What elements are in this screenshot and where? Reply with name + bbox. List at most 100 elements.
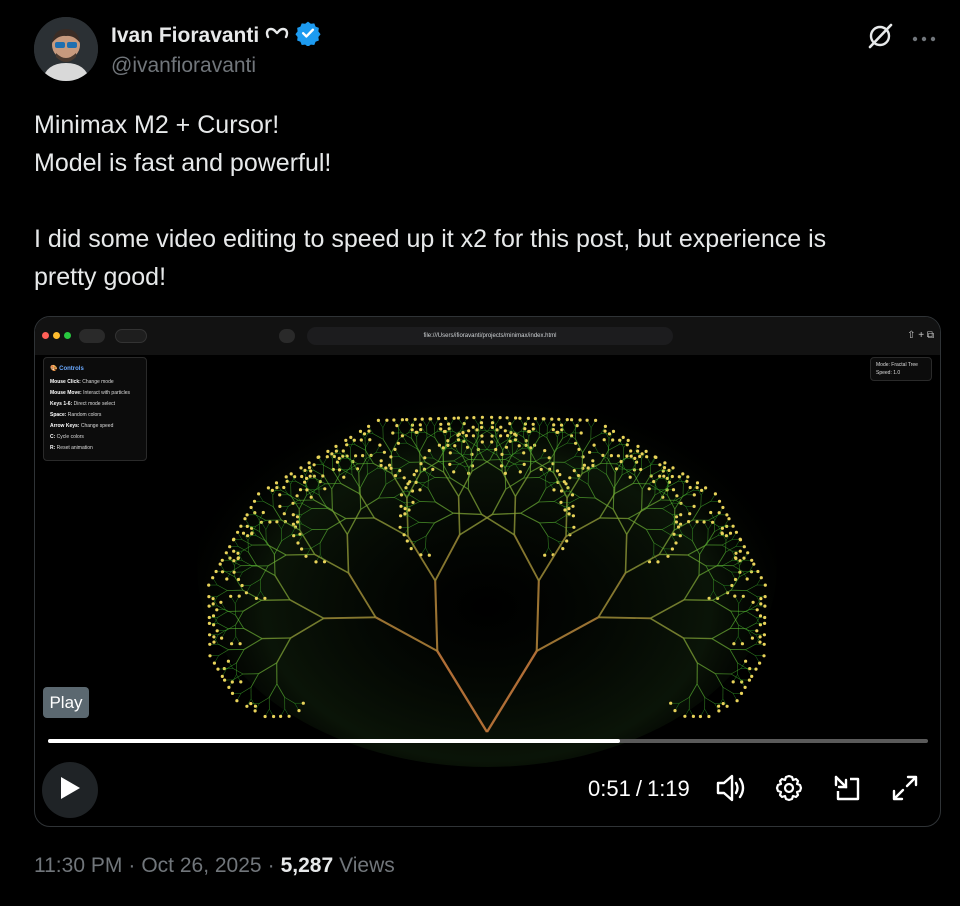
play-button[interactable] bbox=[42, 762, 98, 818]
tree-branch bbox=[565, 497, 568, 537]
tree-leaf bbox=[688, 512, 692, 516]
tree-leaf bbox=[392, 418, 396, 422]
tree-leaf bbox=[305, 476, 309, 480]
tree-leaf bbox=[720, 531, 724, 535]
tree-leaf bbox=[750, 674, 754, 678]
tree-leaf bbox=[603, 429, 607, 433]
tree-leaf bbox=[220, 636, 224, 640]
tree-leaf bbox=[223, 678, 227, 682]
fullscreen-button[interactable] bbox=[887, 772, 923, 808]
tree-leaf bbox=[307, 461, 311, 465]
avatar[interactable] bbox=[34, 17, 98, 81]
tree-leaf bbox=[253, 709, 257, 713]
tree-leaf bbox=[237, 594, 241, 598]
tree-leaf bbox=[378, 443, 382, 447]
tree-leaf bbox=[717, 709, 721, 713]
tree-leaf bbox=[388, 463, 392, 467]
tree-canopy bbox=[197, 367, 777, 767]
tree-leaf bbox=[743, 685, 747, 689]
tree-leaf bbox=[644, 449, 648, 453]
tree-leaf bbox=[734, 556, 738, 560]
play-tooltip: Play bbox=[43, 687, 89, 718]
tree-leaf bbox=[495, 428, 499, 432]
more-icon[interactable] bbox=[912, 30, 936, 48]
tree-leaf bbox=[679, 513, 683, 517]
tree-leaf bbox=[471, 434, 475, 438]
settings-button[interactable] bbox=[771, 772, 807, 808]
tree-leaf bbox=[755, 629, 759, 633]
tree-leaf bbox=[465, 416, 469, 420]
pip-button[interactable] bbox=[829, 772, 865, 808]
tree-leaf bbox=[638, 454, 642, 459]
tree-leaf bbox=[249, 702, 253, 706]
tree-leaf bbox=[762, 633, 767, 637]
tree-leaf bbox=[367, 429, 371, 433]
tree-leaf bbox=[437, 443, 441, 447]
tree-leaf bbox=[533, 417, 537, 421]
tree-leaf bbox=[437, 417, 441, 421]
tree-leaf bbox=[658, 474, 662, 478]
tweet-time[interactable]: 11:30 PM bbox=[34, 854, 122, 878]
author-handle[interactable]: @ivanfioravanti bbox=[111, 54, 256, 78]
tree-leaf bbox=[674, 515, 679, 519]
tree-leaf bbox=[419, 553, 423, 557]
tree-leaf bbox=[746, 551, 750, 555]
tree-leaf bbox=[594, 418, 598, 422]
tree-leaf bbox=[323, 487, 327, 491]
tree-leaf bbox=[676, 525, 681, 529]
tree-leaf bbox=[334, 444, 338, 448]
tree-leaf bbox=[614, 467, 619, 471]
tree-leaf bbox=[674, 541, 678, 545]
tree-leaf bbox=[717, 511, 721, 515]
settings-icon bbox=[774, 773, 804, 808]
tree-leaf bbox=[636, 444, 640, 448]
grok-icon[interactable] bbox=[866, 22, 894, 55]
tree-leaf bbox=[738, 537, 742, 541]
speed-text: Speed: 1.0 bbox=[876, 370, 901, 376]
volume-button[interactable] bbox=[713, 772, 749, 808]
tree-leaf bbox=[367, 424, 371, 428]
tree-leaf bbox=[523, 427, 527, 431]
tree-leaf bbox=[735, 699, 739, 703]
tree-leaf bbox=[303, 480, 307, 484]
tweet-date[interactable]: Oct 26, 2025 bbox=[141, 854, 261, 878]
tree-leaf bbox=[354, 454, 358, 458]
control-row: Keys 1-6: Direct mode select bbox=[50, 401, 116, 407]
tree-leaf bbox=[609, 454, 614, 458]
tree-leaf bbox=[471, 425, 475, 429]
tree-leaf bbox=[239, 680, 243, 684]
tree-leaf bbox=[337, 456, 341, 460]
video-player[interactable]: file:///Users/ifioravanti/projects/minim… bbox=[34, 316, 941, 827]
tree-leaf bbox=[337, 468, 342, 472]
tree-leaf bbox=[759, 597, 763, 601]
tree-leaf bbox=[744, 659, 748, 663]
tree-leaf bbox=[480, 415, 484, 419]
tree-branch bbox=[673, 509, 676, 531]
tree-leaf bbox=[531, 427, 535, 431]
tree-leaf bbox=[368, 438, 372, 442]
tree-leaf bbox=[467, 429, 471, 433]
tree-leaf bbox=[727, 517, 731, 521]
tree-leaf bbox=[461, 431, 465, 435]
tree-leaf bbox=[410, 428, 414, 432]
tree-leaf bbox=[314, 560, 318, 564]
tree-leaf bbox=[555, 469, 560, 473]
tree-leaf bbox=[559, 423, 564, 427]
tree-leaf bbox=[658, 463, 662, 467]
tree-leaf bbox=[253, 704, 257, 708]
tree-leaf bbox=[541, 417, 545, 421]
tree-branch bbox=[457, 496, 461, 535]
tree-leaf bbox=[479, 421, 484, 425]
tree-leaf bbox=[219, 600, 223, 604]
tree-leaf bbox=[309, 469, 313, 473]
tree-leaf bbox=[236, 577, 241, 582]
tree-leaf bbox=[211, 602, 215, 606]
author-name[interactable]: Ivan Fioravanti bbox=[111, 24, 259, 48]
tree-leaf bbox=[618, 438, 622, 442]
tree-leaf bbox=[231, 538, 236, 542]
tree-branch bbox=[261, 599, 290, 601]
tree-leaf bbox=[526, 416, 530, 420]
tree-leaf bbox=[695, 486, 699, 490]
tree-leaf bbox=[490, 421, 495, 425]
video-progress-bar[interactable] bbox=[48, 739, 928, 743]
